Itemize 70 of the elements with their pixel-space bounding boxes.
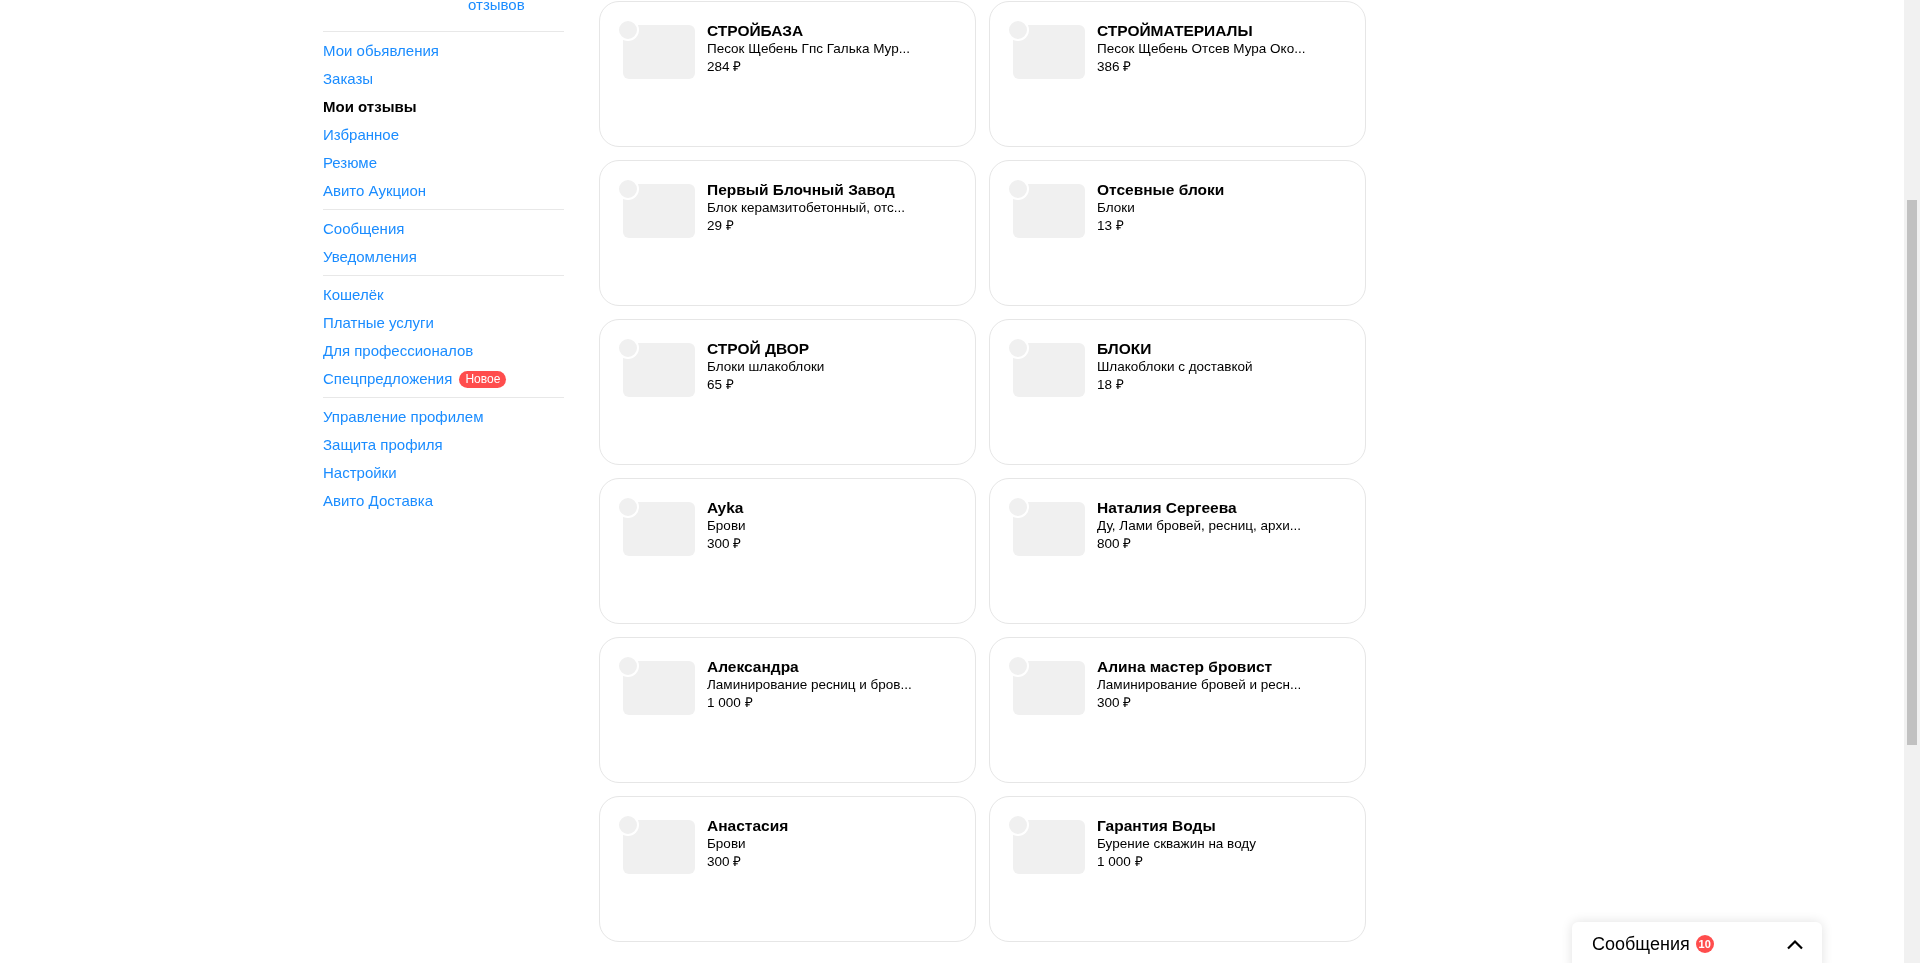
card-price: 800 ₽: [1097, 535, 1133, 553]
sidebar-link[interactable]: Авито Аукцион: [323, 181, 427, 201]
unread-count-badge: 10: [1695, 935, 1714, 953]
card-description: Брови: [707, 835, 747, 853]
card-title: СТРОЙМАТЕРИАЛЫ: [1097, 21, 1254, 40]
sidebar-link[interactable]: Заказы: [323, 69, 374, 89]
sidebar-link[interactable]: Защита профиля: [323, 435, 443, 455]
sidebar-link[interactable]: Сообщения: [323, 219, 405, 239]
sidebar-link[interactable]: Платные услуги: [323, 313, 434, 333]
card-title: Первый Блочный Завод: [707, 180, 896, 199]
card-price: 18 ₽: [1097, 376, 1125, 394]
card-price: 386 ₽: [1097, 58, 1133, 76]
card-description: Песок Щебень Гпс Галька Мур...: [707, 40, 910, 58]
card-title: Алина мастер бровист: [1097, 657, 1274, 676]
card-description: Песок Щебень Отсев Мура Око...: [1097, 40, 1306, 58]
review-card[interactable]: СТРОЙМАТЕРИАЛЫ Песок Щебень Отсев Мура Око... 386 ₽: [989, 1, 1366, 147]
review-card[interactable]: Отсевные блоки Блоки 13 ₽: [989, 160, 1366, 306]
sidebar-link[interactable]: Для профессионалов: [323, 341, 474, 361]
card-price: 29 ₽: [707, 217, 735, 235]
card-title: Ayka: [707, 498, 745, 517]
messages-panel-button[interactable]: Сообщения 10: [1572, 922, 1822, 963]
card-price: 300 ₽: [1097, 694, 1133, 712]
card-description: Брови: [707, 517, 746, 535]
card-description: Бурение скважин на воду: [1097, 835, 1256, 853]
sidebar-link[interactable]: Настройки: [323, 463, 397, 483]
card-price: 284 ₽: [707, 58, 743, 76]
card-title: БЛОКИ: [1097, 339, 1153, 358]
review-card[interactable]: Гарантия Воды Бурение скважин на воду 1 000 ₽: [989, 796, 1366, 942]
review-card[interactable]: Первый Блочный Завод Блок керамзитобетонный, отс... 29 ₽: [599, 160, 976, 306]
card-price: 300 ₽: [707, 535, 743, 553]
card-description: Блоки: [1097, 199, 1136, 217]
sidebar-link[interactable]: Резюме: [323, 153, 377, 173]
sidebar-link[interactable]: Уведомления: [323, 247, 417, 267]
card-description: Ду, Лами бровей, ресниц, архи...: [1097, 517, 1301, 535]
sidebar-link[interactable]: Авито Доставка: [323, 491, 433, 511]
card-title: СТРОЙБАЗА: [707, 21, 805, 40]
card-price: 65 ₽: [707, 376, 735, 394]
sidebar-link[interactable]: Мои отзывы: [323, 97, 417, 117]
card-title: Гарантия Воды: [1097, 816, 1217, 835]
new-badge: Новое: [459, 370, 507, 388]
card-description: Ламинирование ресниц и бров...: [707, 676, 912, 694]
review-card[interactable]: Александра Ламинирование ресниц и бров... 1 000 ₽: [599, 637, 976, 783]
card-title: Отсевные блоки: [1097, 180, 1225, 199]
card-description: Блок керамзитобетонный, отс...: [707, 199, 905, 217]
reviews-link[interactable]: отзывов: [468, 0, 525, 13]
review-card[interactable]: Алина мастер бровист Ламинирование бровей и ресн... 300 ₽: [989, 637, 1366, 783]
review-card[interactable]: Наталия Сергеева Ду, Лами бровей, ресниц, архи... 800 ₽: [989, 478, 1366, 624]
review-card[interactable]: БЛОКИ Шлакоблоки с доставкой 18 ₽: [989, 319, 1366, 465]
sidebar-link[interactable]: Спецпредложения: [323, 369, 453, 389]
card-price: 1 000 ₽: [1097, 853, 1144, 871]
card-price: 1 000 ₽: [707, 694, 754, 712]
sidebar-link[interactable]: Управление профилем: [323, 407, 484, 427]
review-card[interactable]: Анастасия Брови 300 ₽: [599, 796, 976, 942]
card-description: Блоки шлакоблоки: [707, 358, 825, 376]
chevron-up-icon: [1786, 938, 1804, 950]
card-title: СТРОЙ ДВОР: [707, 339, 811, 358]
card-description: Шлакоблоки с доставкой: [1097, 358, 1253, 376]
card-title: Наталия Сергеева: [1097, 498, 1238, 517]
card-title: Александра: [707, 657, 800, 676]
card-title: Анастасия: [707, 816, 789, 835]
card-price: 13 ₽: [1097, 217, 1125, 235]
card-description: Ламинирование бровей и ресн...: [1097, 676, 1302, 694]
sidebar-link[interactable]: Кошелёк: [323, 285, 384, 305]
card-price: 300 ₽: [707, 853, 743, 871]
sidebar-link[interactable]: Мои обьявления: [323, 41, 439, 61]
scrollbar-drawing[interactable]: [1904, 0, 1920, 963]
sidebar-link[interactable]: Избранное: [323, 125, 400, 145]
review-card[interactable]: СТРОЙ ДВОР Блоки шлакоблоки 65 ₽: [599, 319, 976, 465]
review-card[interactable]: СТРОЙБАЗА Песок Щебень Гпс Галька Мур... 284 ₽: [599, 1, 976, 147]
review-card[interactable]: Ayka Брови 300 ₽: [599, 478, 976, 624]
